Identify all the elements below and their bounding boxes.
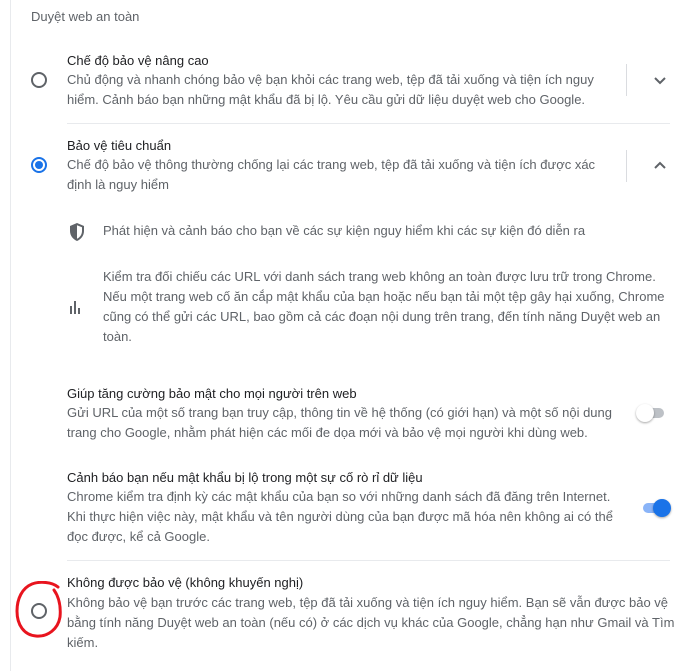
- chevron-down-icon[interactable]: [648, 68, 672, 92]
- detail-text-line-1: Kiểm tra đối chiếu các URL với danh sách…: [103, 269, 656, 284]
- divider: [67, 560, 670, 561]
- red-circle-annotation: [15, 581, 62, 638]
- bar-chart-icon: [70, 301, 80, 314]
- detail-text-line-4: toàn.: [103, 329, 132, 344]
- shield-icon: [70, 223, 84, 241]
- safe-browsing-card: Duyệt web an toàn Chế độ bảo vệ nâng cao…: [10, 0, 690, 671]
- help-improve-desc-2: trang cho Google, nhằm phát hiện các mối…: [67, 425, 588, 440]
- toggle-knob: [636, 404, 654, 422]
- enhanced-protection-radio[interactable]: [31, 72, 47, 88]
- help-improve-title: Giúp tăng cường bảo mật cho mọi người tr…: [67, 386, 357, 401]
- vertical-separator: [626, 64, 627, 96]
- divider: [67, 123, 670, 124]
- password-leak-desc-2: Khi thực hiện việc này, mật khẩu và tên …: [67, 509, 613, 524]
- vertical-separator: [626, 150, 627, 182]
- detail-text-line-2: Nếu một trang web cố ăn cắp mật khẩu của…: [103, 289, 665, 304]
- detail-text-line-3: cũng có thể gửi các URL, bao gồm cả các …: [103, 309, 661, 324]
- help-improve-desc-1: Gửi URL của một số trang bạn truy cập, t…: [67, 405, 612, 420]
- help-improve-toggle[interactable]: [636, 404, 666, 422]
- password-leak-desc-3: đọc được, kể cả Google.: [67, 529, 210, 544]
- no-protection-desc-2: bằng tính năng Duyệt web an toàn (nếu có…: [67, 615, 675, 630]
- standard-protection-desc-1: Chế độ bảo vệ thông thường chống lại các…: [67, 157, 596, 172]
- section-title: Duyệt web an toàn: [31, 9, 140, 24]
- enhanced-protection-desc-2: hiểm. Cảnh báo bạn những mật khẩu đã bị …: [67, 92, 586, 107]
- standard-protection-desc-2: định là nguy hiểm: [67, 177, 169, 192]
- enhanced-protection-desc-1: Chủ động và nhanh chóng bảo vệ bạn khỏi …: [67, 72, 594, 87]
- toggle-knob: [653, 499, 671, 517]
- chevron-up-icon[interactable]: [648, 154, 672, 178]
- standard-protection-title: Bảo vệ tiêu chuẩn: [67, 138, 172, 153]
- enhanced-protection-title: Chế độ bảo vệ nâng cao: [67, 53, 209, 68]
- detail-text: Phát hiện và cảnh báo cho bạn về các sự …: [103, 223, 586, 238]
- password-leak-title: Cảnh báo bạn nếu mật khẩu bị lộ trong mộ…: [67, 470, 423, 485]
- password-leak-toggle[interactable]: [641, 499, 671, 517]
- standard-protection-radio[interactable]: [31, 157, 47, 173]
- no-protection-title: Không được bảo vệ (không khuyến nghị): [67, 575, 304, 590]
- no-protection-desc-3: kiếm.: [67, 635, 99, 650]
- password-leak-desc-1: Chrome kiểm tra định kỳ các mật khẩu của…: [67, 489, 611, 504]
- no-protection-desc-1: Không bảo vệ bạn trước các trang web, tệ…: [67, 595, 669, 610]
